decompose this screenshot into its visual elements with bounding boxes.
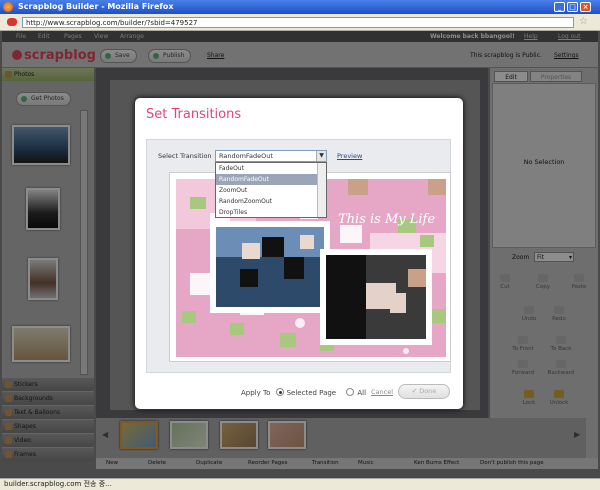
- address-bar: http://www.scrapblog.com/builder/?sbid=4…: [0, 14, 600, 31]
- dialog-content: Select Transition RandomFadeOut ▼ Previe…: [146, 139, 451, 373]
- maximize-icon[interactable]: □: [567, 2, 578, 12]
- select-transition-label: Select Transition: [158, 152, 212, 160]
- all-radio[interactable]: [346, 388, 355, 396]
- option-droptiles[interactable]: DropTiles: [216, 207, 318, 217]
- dropdown-scrollbar[interactable]: [317, 163, 326, 217]
- transition-select[interactable]: RandomFadeOut ▼: [215, 150, 327, 162]
- dialog-title: Set Transitions: [146, 107, 242, 122]
- apply-to-label: Apply To: [241, 389, 271, 397]
- apply-to-row: Apply To Selected Page All: [241, 388, 366, 397]
- set-transitions-dialog: Set Transitions Select Transition Random…: [135, 98, 463, 409]
- status-bar: builder.scrapblog.com 전송 중...: [0, 478, 600, 490]
- option-zoomout[interactable]: ZoomOut: [216, 185, 318, 196]
- bookmark-star-icon[interactable]: ☆: [579, 16, 588, 27]
- option-randomzoomout[interactable]: RandomZoomOut: [216, 196, 318, 207]
- cancel-link[interactable]: Cancel: [371, 388, 393, 396]
- window-titlebar: Scrapblog Builder - Mozilla Firefox _ □ …: [0, 0, 600, 14]
- window-title: Scrapblog Builder - Mozilla Firefox: [18, 2, 174, 11]
- site-icon: [7, 18, 17, 26]
- done-label: Done: [419, 387, 437, 395]
- close-icon[interactable]: ×: [580, 2, 591, 12]
- preview-link[interactable]: Preview: [337, 152, 362, 160]
- url-input[interactable]: http://www.scrapblog.com/builder/?sbid=4…: [22, 17, 574, 28]
- selected-page-label[interactable]: Selected Page: [287, 389, 337, 397]
- done-button[interactable]: ✔ Done: [398, 384, 450, 399]
- selected-page-radio[interactable]: [275, 388, 284, 396]
- preview-caption: This is My Life: [338, 212, 435, 227]
- chevron-down-icon[interactable]: ▼: [316, 151, 326, 161]
- option-fadeout[interactable]: FadeOut: [216, 163, 318, 174]
- option-randomfadeout[interactable]: RandomFadeOut: [216, 174, 318, 185]
- all-label[interactable]: All: [357, 389, 366, 397]
- transition-dropdown-list: FadeOut RandomFadeOut ZoomOut RandomZoom…: [215, 162, 327, 218]
- transition-select-value: RandomFadeOut: [219, 152, 273, 160]
- firefox-icon: [3, 2, 13, 12]
- minimize-icon[interactable]: _: [554, 2, 565, 12]
